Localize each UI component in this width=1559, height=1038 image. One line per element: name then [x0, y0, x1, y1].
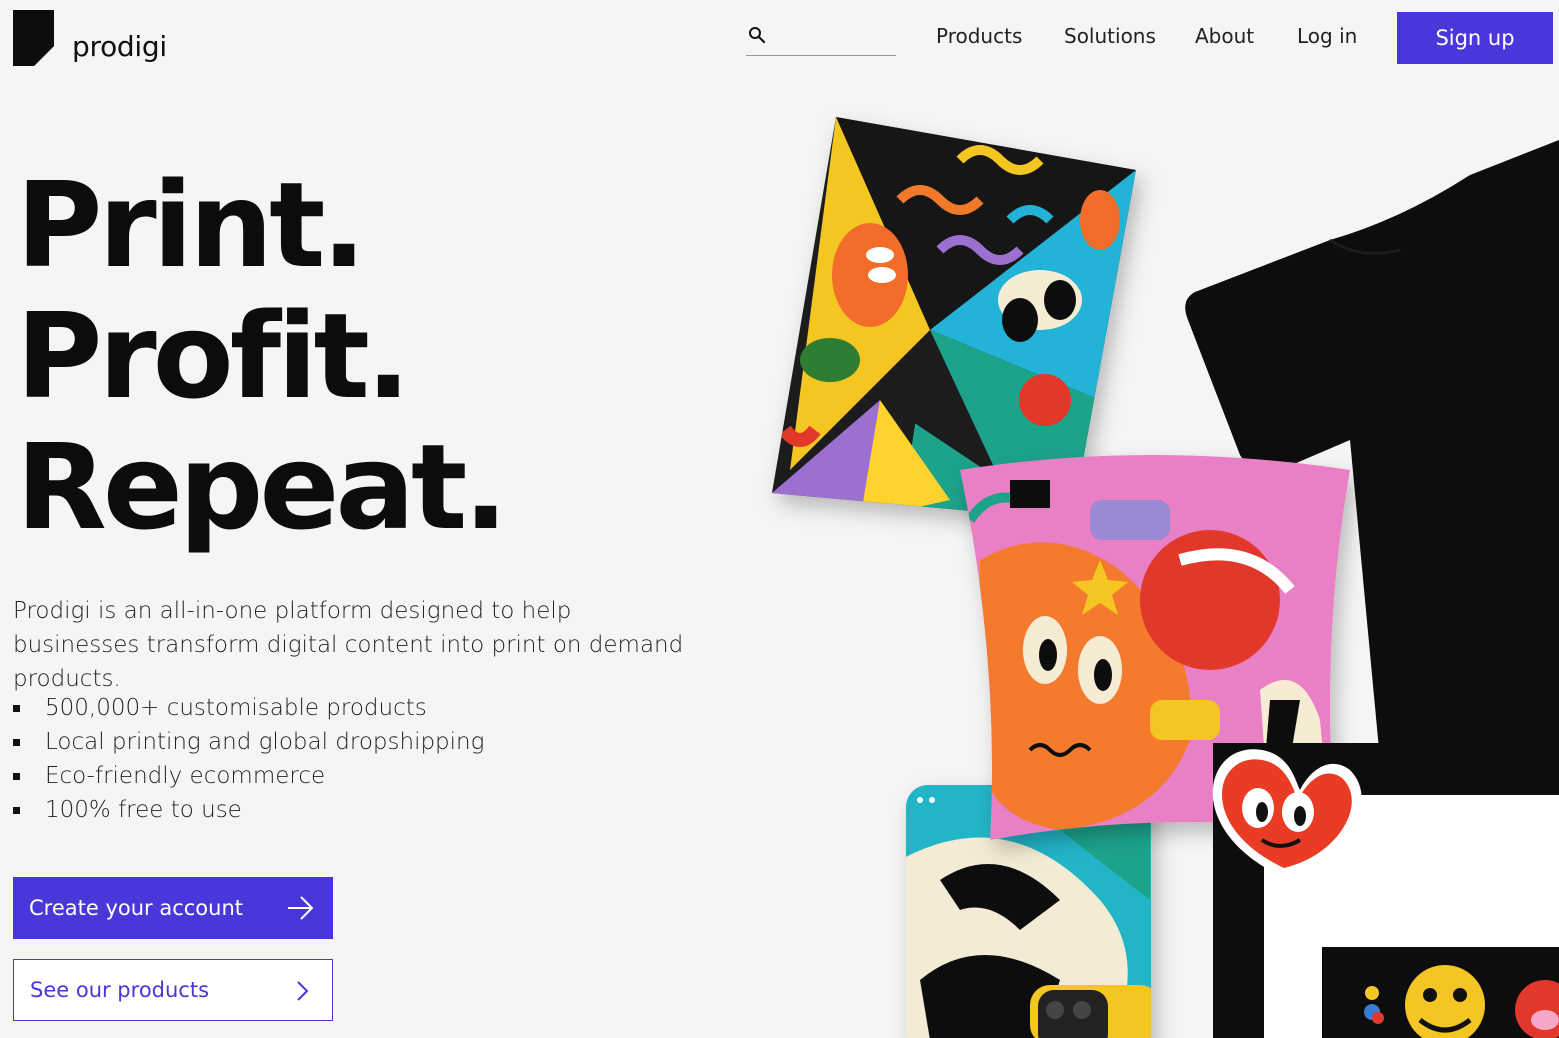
- sign-up-button[interactable]: Sign up: [1397, 12, 1553, 64]
- nav-products[interactable]: Products: [936, 24, 1022, 48]
- see-products-button[interactable]: See our products: [13, 959, 333, 1021]
- create-account-label: Create your account: [29, 896, 244, 920]
- headline-line-repeat: Repeat.: [16, 418, 508, 556]
- feature-item: 100% free to use: [13, 793, 484, 827]
- prodigi-logo-mark: [13, 10, 54, 66]
- see-products-label: See our products: [30, 978, 210, 1002]
- search-input[interactable]: [772, 24, 892, 53]
- feature-text: 500,000+ customisable products: [45, 695, 427, 721]
- search-bar[interactable]: [746, 22, 896, 56]
- bullet-square-icon: [13, 807, 20, 814]
- feature-list: 500,000+ customisable products Local pri…: [13, 691, 484, 827]
- bullet-square-icon: [13, 773, 20, 780]
- feature-item: 500,000+ customisable products: [13, 691, 484, 725]
- nav-about[interactable]: About: [1195, 24, 1254, 48]
- create-account-button[interactable]: Create your account: [13, 877, 333, 939]
- feature-item: Eco-friendly ecommerce: [13, 759, 484, 793]
- hero-headline: Print. Profit. Repeat.: [16, 156, 508, 556]
- feature-text: 100% free to use: [45, 797, 242, 823]
- feature-item: Local printing and global dropshipping: [13, 725, 484, 759]
- hero-intro: Prodigi is an all-in-one platform design…: [13, 598, 684, 692]
- brand-name[interactable]: prodigi: [72, 30, 167, 63]
- bullet-square-icon: [13, 705, 20, 712]
- arrow-right-icon: [288, 896, 314, 920]
- headline-line-print: Print.: [16, 156, 366, 294]
- search-icon[interactable]: [748, 26, 766, 44]
- nav-log-in[interactable]: Log in: [1297, 24, 1357, 48]
- headline-line-profit: Profit.: [16, 287, 411, 425]
- product-collage: [772, 117, 1559, 1038]
- brand-logo[interactable]: [13, 10, 54, 66]
- nav-solutions[interactable]: Solutions: [1064, 24, 1156, 48]
- feature-text: Local printing and global dropshipping: [45, 729, 485, 755]
- feature-text: Eco-friendly ecommerce: [45, 763, 326, 789]
- bullet-square-icon: [13, 739, 20, 746]
- chevron-right-icon: [297, 981, 309, 1001]
